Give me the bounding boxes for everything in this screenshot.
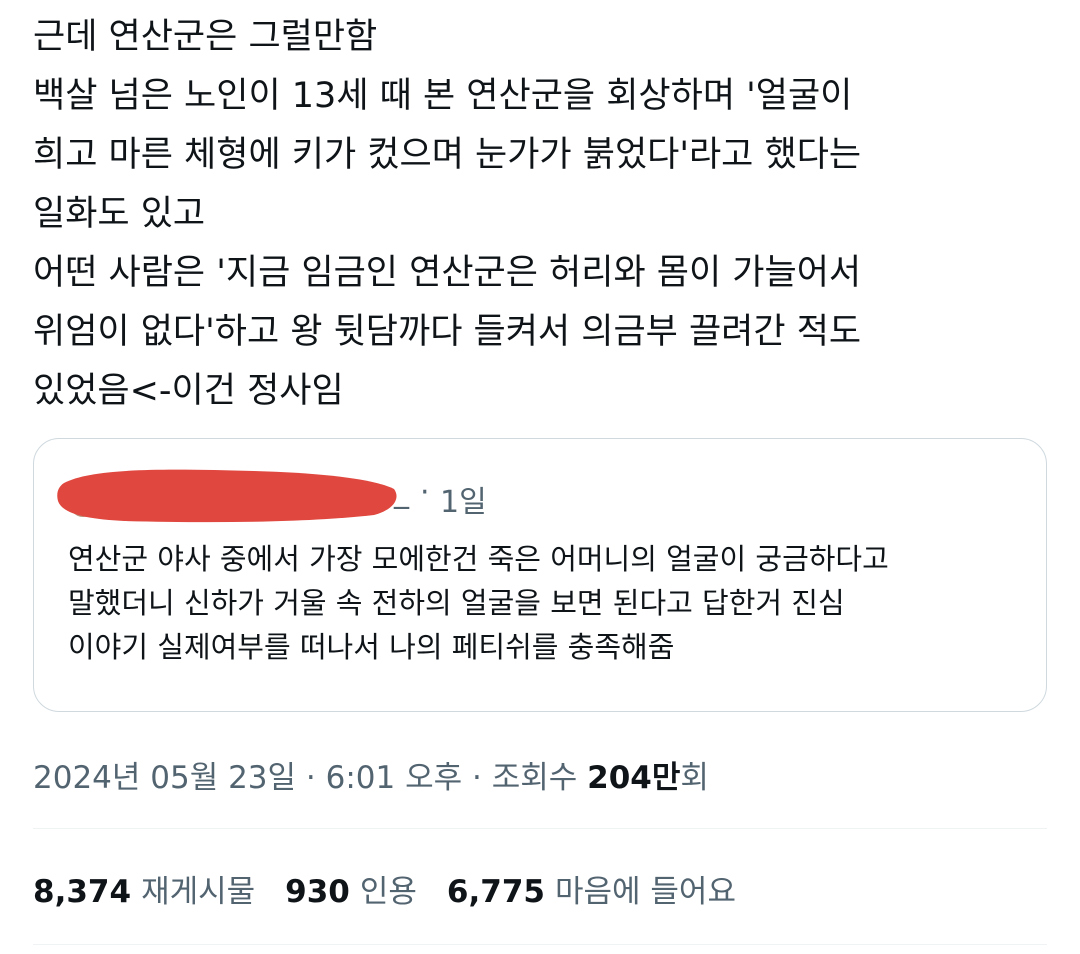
tweet-line: 위엄이 없다'하고 왕 뒷담까다 들켜서 의금부 끌려간 적도 (33, 312, 862, 352)
reposts-label[interactable]: 재게시물 (141, 874, 255, 910)
tweet-line: 근데 연산군은 그럴만함 (33, 17, 378, 57)
quoted-author-handle[interactable]: _ (394, 475, 409, 510)
tweet-date[interactable]: 2024년 05월 23일 (33, 760, 296, 796)
likes-count[interactable]: 6,775 (447, 874, 545, 910)
separator-dot: · (420, 475, 430, 510)
views-label: 조회수 (491, 760, 588, 796)
quoted-tweet-text: 연산군 야사 중에서 가장 모에한건 죽은 어머니의 얼굴이 궁금하다고 말했더… (68, 537, 1028, 669)
separator-dot: · (296, 760, 326, 796)
quoted-tweet-time[interactable]: 1일 (440, 477, 487, 521)
separator-dot: · (462, 760, 492, 796)
quoted-tweet-card[interactable]: _ · 1일 연산군 야사 중에서 가장 모에한건 죽은 어머니의 얼굴이 궁금… (33, 438, 1047, 712)
tweet-meta: 2024년 05월 23일 · 6:01 오후 · 조회수 204만회 (33, 752, 709, 797)
tweet-text: 근데 연산군은 그럴만함 백살 넘은 노인이 13세 때 본 연산군을 회상하며… (33, 8, 1043, 421)
tweet-line: 일화도 있고 (33, 194, 206, 234)
quotes-count[interactable]: 930 (285, 874, 350, 910)
divider (33, 828, 1047, 829)
quoted-tweet-header: _ · 1일 (54, 463, 754, 533)
tweet-line: 백살 넘은 노인이 13세 때 본 연산군을 회상하며 '얼굴이 (33, 76, 853, 116)
tweet-time[interactable]: 6:01 오후 (326, 760, 463, 796)
divider (33, 944, 1047, 945)
quotes-label[interactable]: 인용 (360, 874, 417, 910)
redaction-mark (57, 469, 397, 523)
views-suffix: 회 (680, 760, 709, 796)
reposts-count[interactable]: 8,374 (33, 874, 131, 910)
tweet-line: 어떤 사람은 '지금 임금인 연산군은 허리와 몸이 가늘어서 (33, 253, 862, 293)
quoted-tweet-line: 말했더니 신하가 거울 속 전하의 얼굴을 보면 된다고 답한거 진심 (68, 586, 845, 620)
tweet-line: 있었음<-이건 정사임 (33, 371, 344, 411)
tweet-line: 희고 마른 체형에 키가 컸으며 눈가가 붉었다'라고 했다는 (33, 135, 862, 175)
quoted-tweet-line: 연산군 야사 중에서 가장 모에한건 죽은 어머니의 얼굴이 궁금하다고 (68, 542, 889, 576)
likes-label[interactable]: 마음에 들어요 (555, 874, 736, 910)
views-count: 204만 (587, 760, 681, 796)
quoted-tweet-line: 이야기 실제여부를 떠나서 나의 페티쉬를 충족해줌 (68, 630, 675, 664)
engagement-stats: 8,374 재게시물 930 인용 6,775 마음에 들어요 (33, 866, 766, 911)
